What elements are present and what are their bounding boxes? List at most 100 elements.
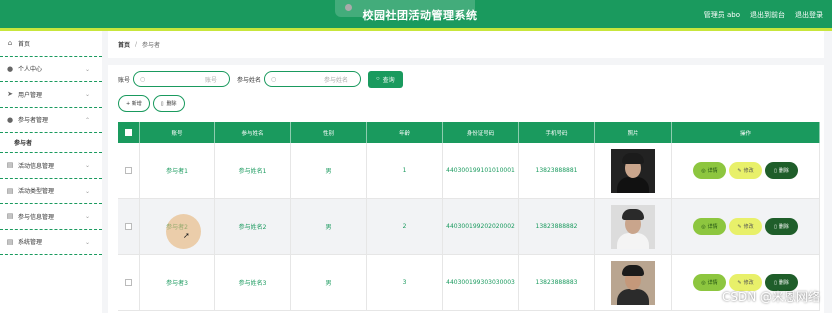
sidebar-item-participation-info[interactable]: ▤ 参与信息管理 ⌄ [0,204,102,230]
phone-cell: 13823888882 [519,199,595,254]
column-header: 操作 [672,122,820,143]
gender-cell: 男 [291,199,367,254]
delete-button[interactable]: ▯ 删除 [765,162,798,179]
detail-button[interactable]: ◎ 详情 [693,162,726,179]
phone-cell: 13823888881 [519,143,595,198]
edit-icon: ✎ [737,223,742,230]
breadcrumb-separator: / [135,41,138,48]
sidebar-item-home[interactable]: ⌂ 首页 [0,31,102,57]
batch-delete-label: 删除 [166,101,177,107]
sidebar-item-activity-info[interactable]: ▤ 活动信息管理 ⌄ [0,153,102,179]
search-icon: ○ [271,75,277,83]
sidebar-item-user-management[interactable]: ➤ 用户管理 ⌄ [0,82,102,108]
chevron-down-icon: ⌄ [84,162,90,169]
sidebar-subitem-participant[interactable]: 参与者 [0,133,102,153]
account-cell: 参与者3 [140,255,215,310]
column-header[interactable]: 性别 [291,122,367,143]
sidebar-item-label: 系统管理 [18,239,43,247]
gender-cell: 男 [291,255,367,310]
list-icon: ▤ [6,212,14,221]
sidebar-item-label: 个人中心 [18,66,43,74]
column-header[interactable]: 年龄 [367,122,443,143]
row-select-cell [118,255,140,310]
user-label: 管理员 abo [703,11,740,19]
chevron-down-icon: ⌄ [84,187,90,195]
row-checkbox[interactable] [125,223,132,230]
delete-label: 删除 [778,280,789,286]
column-header[interactable]: 参与姓名 [215,122,291,143]
column-header[interactable]: 账号 [140,122,215,143]
sidebar-item-participant-management[interactable]: ● 参与者管理 ⌃ [0,108,102,133]
photo-cell [595,199,672,254]
delete-label: 删除 [778,224,789,230]
search-icon: ○ [140,75,146,83]
chevron-down-icon: ⌄ [84,213,90,220]
name-search-input[interactable]: ○ 参与姓名 [264,71,362,87]
list-icon: ▤ [6,237,14,246]
age-cell: 1 [367,143,443,198]
column-header: 照片 [595,122,672,143]
exit-front-link[interactable]: 退出到前台 [750,10,785,20]
edit-label: 修改 [743,280,754,286]
main-content: 首页 / 参与者 账号 ○ 账号 参与姓名 ○ 参与姓名 ○ 查询 + 新增 ▯… [108,31,832,313]
name-label: 参与姓名 [237,76,262,84]
breadcrumb-home[interactable]: 首页 [118,40,130,49]
add-button[interactable]: + 新增 [118,95,150,112]
row-checkbox[interactable] [125,167,132,174]
participant-photo [611,260,655,305]
batch-delete-button[interactable]: ▯ 删除 [152,95,185,112]
sidebar-item-activity-type[interactable]: ▤ 活动类型管理 ⌄ [0,179,102,204]
table-row: 参与者3 参与姓名3 男 3 440300199303030003 138238… [118,255,820,311]
detail-label: 详情 [707,280,718,286]
column-header[interactable]: 身份证号码 [443,122,519,143]
id-number-cell: 440300199202020002 [443,199,519,254]
sidebar-item-label: 用户管理 [18,91,43,99]
app-title: 校园社团活动管理系统 [362,9,478,22]
detail-icon: ◎ [701,167,706,174]
column-header[interactable]: 手机号码 [519,122,595,143]
sidebar-item-label: 首页 [18,40,31,48]
edit-label: 修改 [743,224,754,230]
mouse-cursor-icon: ➚ [183,231,190,240]
name-cell: 参与姓名1 [215,143,291,198]
account-label: 账号 [118,76,131,84]
participant-photo [611,148,655,193]
account-search-input[interactable]: ○ 账号 [133,71,231,87]
photo-cell [595,255,672,310]
add-button-label: + 新增 [126,101,142,107]
edit-button[interactable]: ✎ 修改 [729,162,762,179]
search-button[interactable]: ○ 查询 [368,70,403,88]
gender-cell: 男 [291,143,367,198]
sidebar-item-system-management[interactable]: ▤ 系统管理 ⌄ [0,230,102,255]
delete-button[interactable]: ▯ 删除 [765,218,798,235]
send-icon: ➤ [7,90,13,99]
detail-label: 详情 [707,168,718,174]
id-number-cell: 440300199303030003 [443,255,519,310]
chevron-down-icon: ⌄ [84,65,90,73]
logout-link[interactable]: 退出登录 [795,10,823,20]
search-icon: ○ [376,76,380,82]
detail-button[interactable]: ◎ 详情 [693,218,726,235]
sidebar-subitem-label: 参与者 [14,140,33,147]
search-button-label: 查询 [382,77,395,84]
row-checkbox[interactable] [125,279,132,286]
id-number-cell: 440300199101010001 [443,143,519,198]
select-all-checkbox[interactable] [125,129,132,136]
age-cell: 2 [367,199,443,254]
select-all-cell [118,122,140,143]
detail-icon: ◎ [701,223,706,230]
row-select-cell [118,143,140,198]
sidebar-item-label: 参与者管理 [18,117,49,125]
list-icon: ▤ [6,186,14,195]
top-links: 管理员 abo 退出到前台 退出登录 [704,10,823,20]
sidebar-item-label: 活动类型管理 [18,188,55,196]
edit-button[interactable]: ✎ 修改 [729,218,762,235]
trash-icon: ▯ [774,223,777,230]
sidebar: ⌂ 首页 ● 个人中心 ⌄ ➤ 用户管理 ⌄ ● 参与者管理 ⌃ 参与者 ▤ 活… [0,31,102,313]
user-icon: ● [6,64,14,73]
action-bar: + 新增 ▯ 删除 [118,95,185,112]
table-row: 参与者2 参与姓名2 男 2 440300199202020002 138238… [118,199,820,255]
user-icon: ● [6,115,14,124]
sidebar-item-personal-center[interactable]: ● 个人中心 ⌄ [0,57,102,82]
participants-table: 账号 参与姓名 性别 年龄 身份证号码 手机号码 照片 操作 参与者1 参与姓名… [118,122,820,311]
